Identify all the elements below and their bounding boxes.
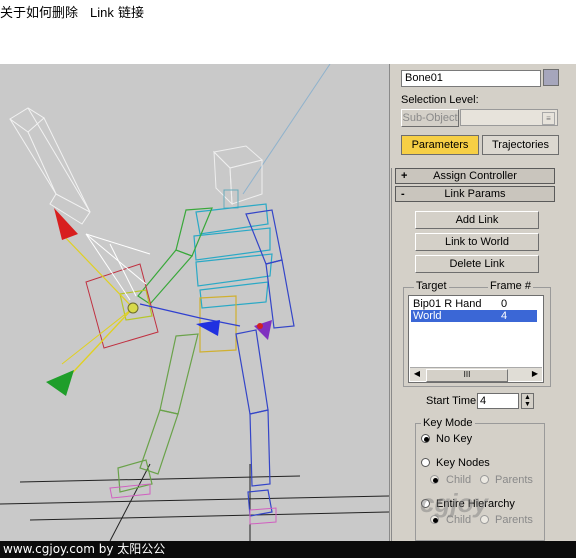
target-line	[242, 64, 331, 195]
no-key-radio[interactable]	[421, 434, 430, 443]
start-time-field[interactable]: 4	[477, 393, 519, 409]
object-name-field[interactable]: Bone01	[401, 70, 541, 87]
list-header-frame: Frame #	[488, 280, 533, 292]
gizmo-center	[127, 302, 139, 314]
panel-divider	[391, 168, 392, 541]
list-header-target: Target	[414, 280, 449, 292]
link-to-world-button[interactable]: Link to World	[415, 233, 539, 251]
key-nodes-radio[interactable]	[421, 458, 430, 467]
rollout-assign-controller[interactable]: + Assign Controller	[395, 168, 555, 184]
add-link-button[interactable]: Add Link	[415, 211, 539, 229]
scroll-left-icon[interactable]: ◀	[412, 369, 422, 378]
left-leg	[117, 333, 199, 493]
list-item-selected[interactable]: World 4	[411, 310, 537, 322]
no-key-label: No Key	[436, 433, 473, 445]
list-item[interactable]: Bip01 R Hand 0	[411, 298, 537, 310]
footer-caption: www.cgjoy.com by 太阳公公	[0, 541, 576, 558]
collapse-minus-icon: -	[401, 188, 405, 200]
scroll-thumb[interactable]: III	[426, 369, 508, 382]
selection-level-label: Selection Level:	[401, 94, 479, 106]
heading-suffix: 链接	[118, 6, 145, 21]
spinner-up-icon[interactable]: ▲	[522, 394, 533, 401]
child-radio[interactable]	[430, 475, 439, 484]
right-leg	[235, 329, 273, 517]
sub-object-button[interactable]: Sub-Object	[401, 109, 459, 127]
3d-viewport[interactable]	[0, 64, 389, 541]
camera-frustum	[9, 107, 91, 225]
page-heading: 关于如何删除 Link 链接	[0, 2, 145, 21]
ground-grid	[0, 463, 389, 541]
start-time-label: Start Time:	[426, 395, 480, 407]
tab-parameters[interactable]: Parameters	[401, 135, 479, 155]
key-nodes-label: Key Nodes	[436, 457, 490, 469]
key-mode-title: Key Mode	[421, 417, 475, 429]
rollout-link-params[interactable]: - Link Params	[395, 186, 555, 202]
heading-title: 关于如何删除	[0, 6, 79, 21]
spine	[193, 203, 273, 309]
rollout-assign-controller-label: Assign Controller	[433, 170, 517, 182]
spinner-down-icon[interactable]: ▼	[522, 401, 533, 408]
watermark: cgjoy	[420, 488, 488, 518]
object-color-swatch[interactable]	[543, 69, 559, 86]
gizmo-y-arrow	[46, 370, 74, 396]
expand-plus-icon: +	[401, 170, 408, 182]
rollout-link-params-label: Link Params	[444, 188, 506, 200]
delete-link-button[interactable]: Delete Link	[415, 255, 539, 273]
heading-link-word: Link	[90, 5, 114, 20]
gizmo-x-arrow	[54, 208, 78, 240]
dropdown-arrow-icon: ≡	[542, 112, 555, 125]
parents-radio[interactable]	[480, 475, 489, 484]
parents-label-2: Parents	[495, 514, 533, 526]
start-time-spinner[interactable]: ▲ ▼	[521, 393, 534, 409]
list-horizontal-scrollbar[interactable]: ◀ III ▶	[410, 367, 542, 382]
parents-label: Parents	[495, 474, 533, 486]
child-label: Child	[446, 474, 472, 486]
sub-object-dropdown[interactable]: ≡	[460, 109, 558, 126]
tab-trajectories[interactable]: Trajectories	[482, 135, 559, 155]
scroll-right-icon[interactable]: ▶	[530, 369, 540, 378]
gizmo-z-axis	[61, 307, 134, 365]
blue-link	[139, 303, 241, 327]
command-panel: Bone01 Selection Level: Sub-Object ≡ Par…	[389, 64, 576, 541]
red-dot	[257, 323, 263, 329]
